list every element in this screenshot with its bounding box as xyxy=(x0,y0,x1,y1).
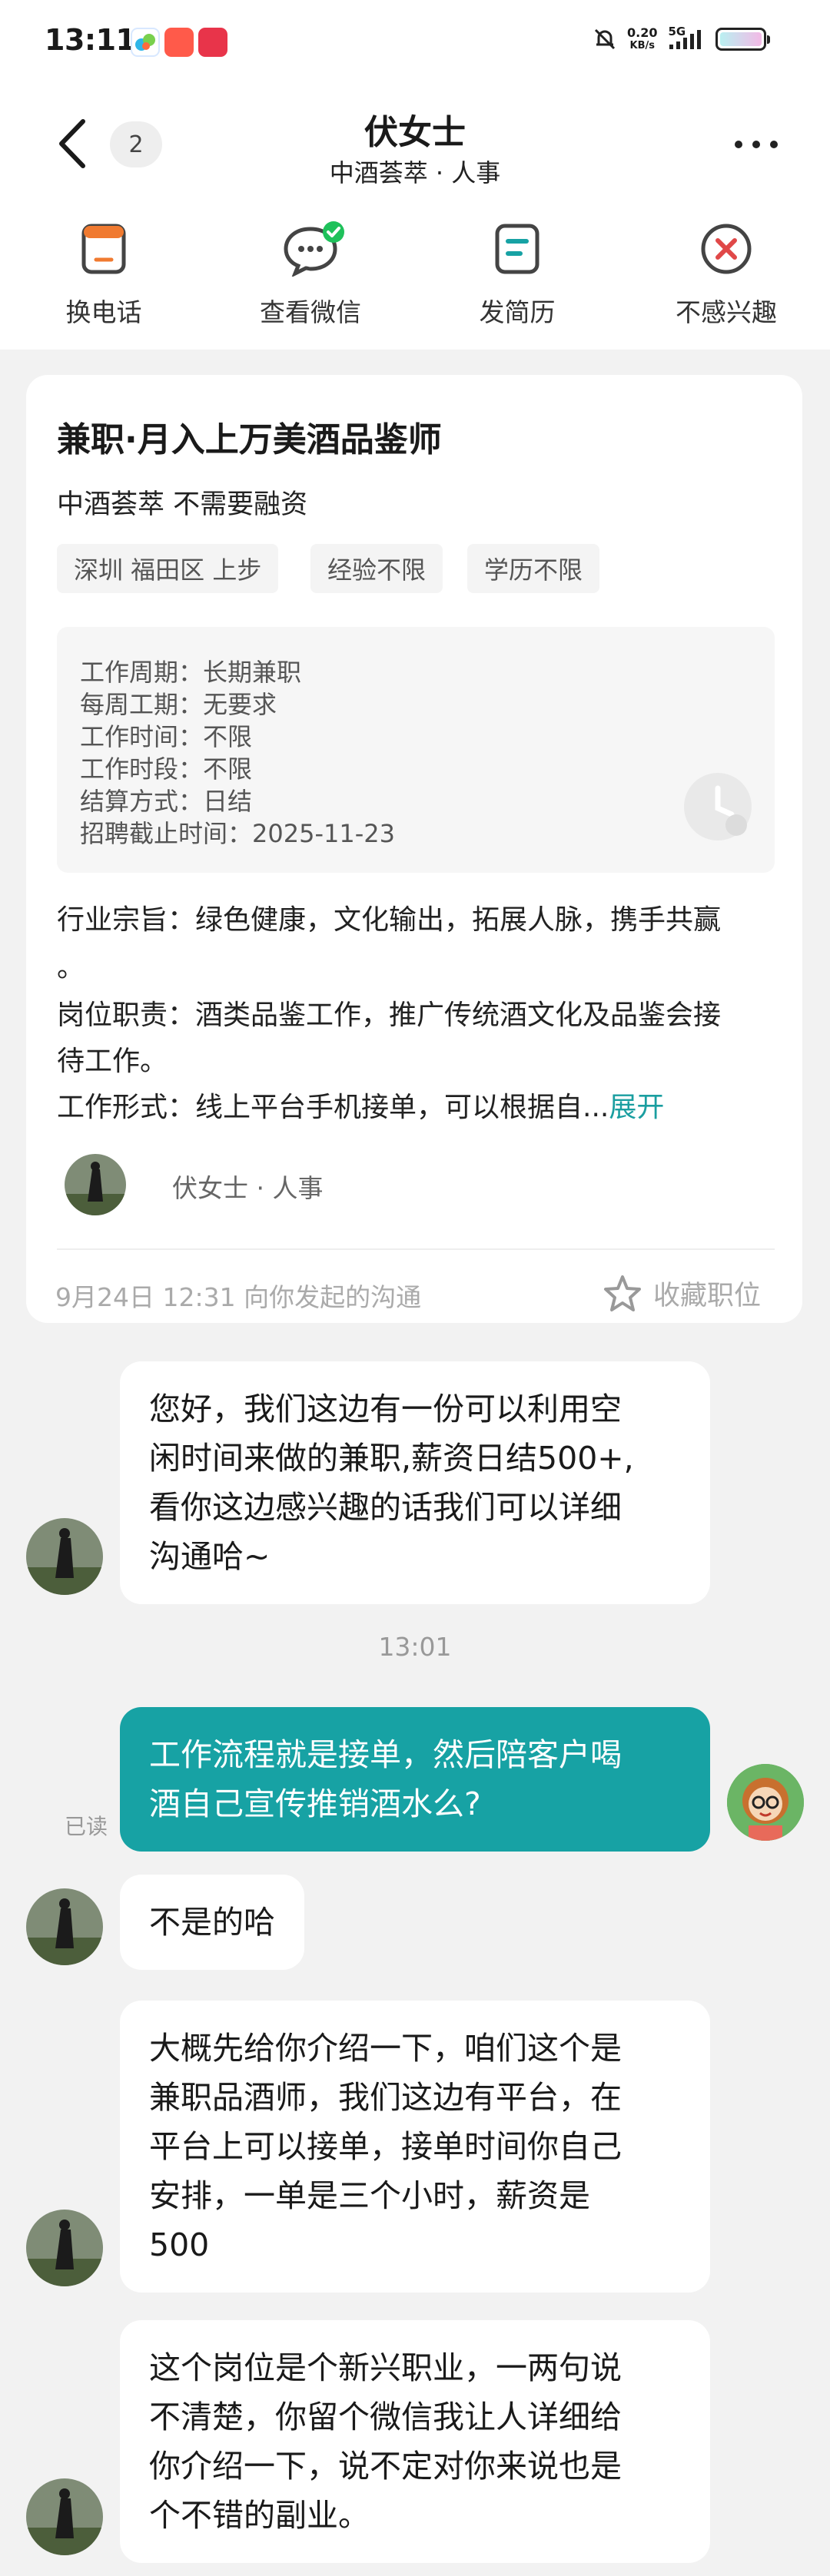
action-label: 换电话 xyxy=(65,297,142,327)
favorite-job-button[interactable]: 收藏职位 xyxy=(603,1274,761,1313)
message-line: 平台上可以接单，接单时间你自己 xyxy=(149,2128,622,2165)
description-line: 岗位职责：酒类品鉴工作，推广传统酒文化及品鉴会接 xyxy=(57,1000,722,1031)
message-bubble[interactable]: 大概先给你介绍一下，咱们这个是 兼职品酒师，我们这边有平台，在 平台上可以接单，… xyxy=(120,2001,710,2293)
message-line: 工作流程就是接单，然后陪客户喝 xyxy=(149,1736,622,1773)
view-wechat-button[interactable]: 查看微信 xyxy=(234,221,387,329)
experience-tag: 经验不限 xyxy=(310,544,443,593)
message-bubble[interactable]: 这个岗位是个新兴职业，一两句说 不清楚，你留个微信我让人详细给 你介绍一下，说不… xyxy=(120,2320,710,2563)
change-phone-button[interactable]: 换电话 xyxy=(27,221,181,329)
phone-swap-icon xyxy=(76,221,131,277)
message-bubble[interactable]: 不是的哈 xyxy=(120,1875,304,1970)
action-label: 发简历 xyxy=(479,297,556,327)
description-line: 。 xyxy=(57,952,85,983)
china-mobile-app-icon xyxy=(131,28,160,57)
message-line: 个不错的副业。 xyxy=(149,2497,370,2534)
conversation-start-time: 9月24日 12:31 向你发起的沟通 xyxy=(55,1282,422,1312)
message-line: 这个岗位是个新兴职业，一两句说 xyxy=(149,2349,622,2386)
page-subtitle: 中酒荟萃 · 人事 xyxy=(329,158,501,187)
read-status: 已读 xyxy=(65,1814,108,1839)
company-info: 中酒荟萃 不需要融资 xyxy=(57,489,308,520)
info-line: 结算方式：日结 xyxy=(80,787,253,816)
live-app-icon xyxy=(198,28,227,57)
clock-icon xyxy=(681,770,755,844)
shopping-app-icon xyxy=(164,28,194,57)
battery-icon xyxy=(715,28,771,51)
status-right-group: 0.20 KB/s 5G xyxy=(592,25,771,52)
message-line: 500 xyxy=(149,2226,210,2263)
divider xyxy=(57,1248,775,1250)
mute-bell-icon xyxy=(594,28,616,50)
message-line: 看你这边感兴趣的话我们可以详细 xyxy=(149,1489,622,1526)
info-line: 每周工期：无要求 xyxy=(80,690,277,719)
close-circle-icon xyxy=(699,221,754,277)
net-speed-value: 0.20 xyxy=(627,25,658,40)
job-title: 兼职·月入上万美酒品鉴师 xyxy=(57,420,442,459)
expand-link[interactable]: 展开 xyxy=(609,1092,664,1123)
info-line: 招聘截止时间：2025-11-23 xyxy=(80,819,395,848)
message-line: 酒自己宣传推销酒水么? xyxy=(149,1785,481,1822)
resume-icon xyxy=(490,221,545,277)
net-speed: 0.20 KB/s xyxy=(627,26,657,52)
description-text: 工作形式：线上平台手机接单，可以根据自... xyxy=(57,1092,609,1123)
description-line: 待工作。 xyxy=(57,1046,168,1077)
message-line: 沟通哈~ xyxy=(149,1538,271,1575)
message-line: 你介绍一下，说不定对你来说也是 xyxy=(149,2448,622,2485)
status-time: 13:11 xyxy=(45,23,136,57)
info-line: 工作时间：不限 xyxy=(80,722,253,751)
description-line: 行业宗旨：绿色健康，文化输出，拓展人脉，携手共赢 xyxy=(57,904,722,936)
my-avatar[interactable] xyxy=(727,1764,804,1841)
wechat-icon xyxy=(283,221,344,278)
hr-name: 伏女士 · 人事 xyxy=(172,1173,324,1203)
contact-avatar[interactable] xyxy=(26,2210,103,2286)
message-line: 安排，一单是三个小时，薪资是 xyxy=(149,2177,590,2214)
location-tag: 深圳 福田区 上步 xyxy=(57,544,279,593)
education-tag: 学历不限 xyxy=(467,544,600,593)
info-line: 工作周期：长期兼职 xyxy=(80,658,302,687)
more-options-button[interactable] xyxy=(735,129,778,160)
hr-avatar[interactable] xyxy=(65,1154,126,1215)
not-interested-button[interactable]: 不感兴趣 xyxy=(649,221,803,329)
time-separator: 13:01 xyxy=(378,1632,452,1662)
action-label: 不感兴趣 xyxy=(676,297,777,327)
message-bubble[interactable]: 您好，我们这边有一份可以利用空 闲时间来做的兼职,薪资日结500+, 看你这边感… xyxy=(120,1361,710,1604)
contact-avatar[interactable] xyxy=(26,1888,103,1965)
signal-bars-icon xyxy=(669,30,702,49)
contact-avatar[interactable] xyxy=(26,1518,103,1595)
message-line: 兼职品酒师，我们这边有平台，在 xyxy=(149,2079,622,2116)
net-speed-unit: KB/s xyxy=(629,40,655,51)
my-message-bubble[interactable]: 工作流程就是接单，然后陪客户喝 酒自己宣传推销酒水么? xyxy=(120,1707,710,1852)
page-title: 伏女士 xyxy=(364,113,466,152)
contact-avatar[interactable] xyxy=(26,2478,103,2555)
message-line: 不清楚，你留个微信我让人详细给 xyxy=(149,2399,622,2435)
favorite-label: 收藏职位 xyxy=(653,1281,762,1311)
send-resume-button[interactable]: 发简历 xyxy=(440,221,594,329)
star-icon xyxy=(604,1275,641,1311)
action-label: 查看微信 xyxy=(260,297,361,327)
description-last-line: 工作形式：线上平台手机接单，可以根据自...展开 xyxy=(57,1085,664,1125)
message-line: 您好，我们这边有一份可以利用空 xyxy=(149,1391,622,1427)
message-line: 闲时间来做的兼职,薪资日结500+, xyxy=(149,1440,634,1477)
info-line: 工作时段：不限 xyxy=(80,754,253,784)
message-line: 不是的哈 xyxy=(149,1904,275,1941)
message-line: 大概先给你介绍一下，咱们这个是 xyxy=(149,2030,622,2067)
signal-indicator: 5G xyxy=(666,25,706,52)
